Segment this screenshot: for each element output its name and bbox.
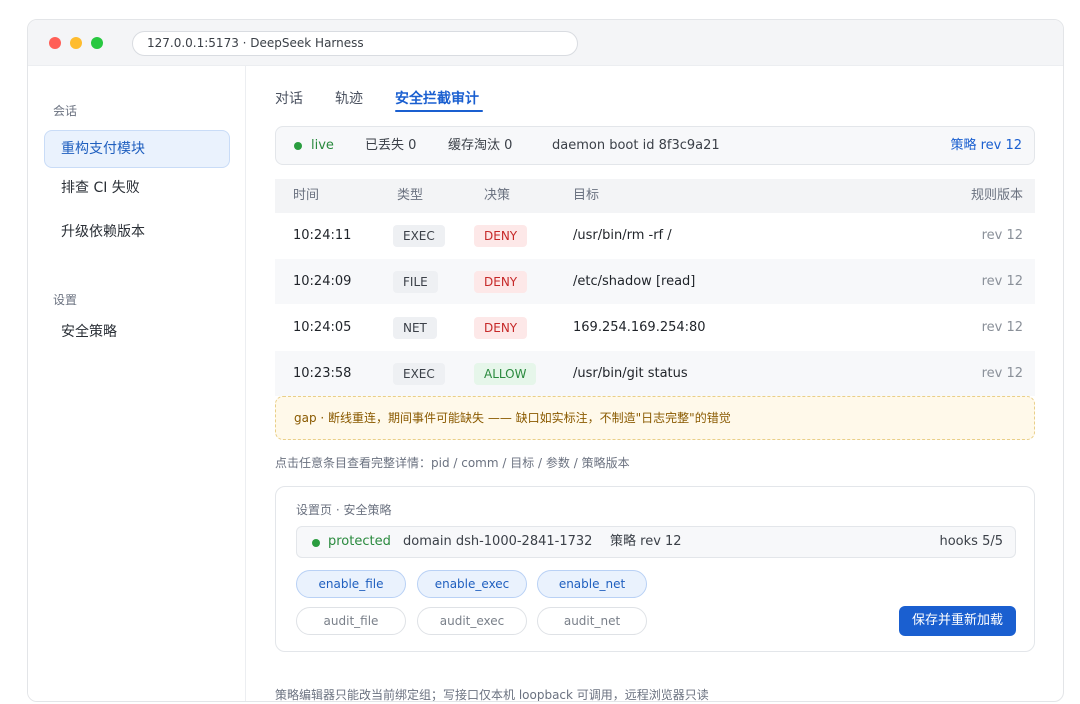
row-rule-version: rev 12: [981, 274, 1023, 289]
table-row[interactable]: 10:24:11 EXEC DENY /usr/bin/rm -rf / rev…: [275, 213, 1035, 258]
row-time: 10:24:05: [293, 320, 352, 335]
row-type-badge: NET: [393, 317, 437, 339]
row-type-badge: EXEC: [393, 225, 445, 247]
save-and-reload-button[interactable]: 保存并重新加载: [899, 606, 1016, 636]
gap-notice: gap · 断线重连，期间事件可能缺失 —— 缺口如实标注，不制造"日志完整"的…: [275, 396, 1035, 440]
minimize-window-icon[interactable]: [70, 37, 82, 49]
stream-status-bar: live 已丢失 0 缓存淘汰 0 daemon boot id 8f3c9a2…: [275, 126, 1035, 165]
policy-rev-link[interactable]: 策略 rev 12: [950, 127, 1022, 164]
policy-status-bar: protected domain dsh-1000-2841-1732 策略 r…: [296, 526, 1016, 558]
maximize-window-icon[interactable]: [91, 37, 103, 49]
toggle-enable-net[interactable]: enable_net: [537, 570, 647, 598]
header-target: 目标: [573, 188, 600, 203]
live-status: live: [311, 138, 334, 153]
browser-window: 127.0.0.1:5173 · DeepSeek Harness 会话 重构支…: [27, 19, 1064, 702]
sidebar: 会话 重构支付模块 排查 CI 失败 升级依赖版本 设置 安全策略: [28, 66, 246, 701]
row-rule-version: rev 12: [981, 228, 1023, 243]
header-type: 类型: [397, 188, 424, 203]
row-rule-version: rev 12: [981, 320, 1023, 335]
lost-count: 已丢失 0: [365, 138, 417, 153]
row-type-badge: EXEC: [393, 363, 445, 385]
row-target: /usr/bin/git status: [573, 366, 688, 381]
row-target: 169.254.169.254:80: [573, 320, 706, 335]
row-time: 10:23:58: [293, 366, 352, 381]
title-bar: 127.0.0.1:5173 · DeepSeek Harness: [28, 20, 1063, 66]
sidebar-item-security-policy[interactable]: 安全策略: [44, 313, 230, 351]
active-tab-indicator: [395, 110, 483, 112]
sidebar-item-refactor-payment[interactable]: 重构支付模块: [44, 130, 230, 168]
sidebar-group-settings: 设置: [53, 293, 78, 307]
row-target: /usr/bin/rm -rf /: [573, 228, 672, 243]
close-window-icon[interactable]: [49, 37, 61, 49]
tab-security-audit[interactable]: 安全拦截审计: [395, 88, 479, 108]
hooks-count: hooks 5/5: [939, 534, 1003, 549]
row-decision-badge: DENY: [474, 317, 528, 339]
policy-panel-title: 设置页 · 安全策略: [296, 503, 392, 517]
table-row[interactable]: 10:24:09 FILE DENY /etc/shadow [read] re…: [275, 259, 1035, 304]
evicted-count: 缓存淘汰 0: [448, 138, 513, 153]
tab-chat[interactable]: 对话: [275, 88, 303, 108]
row-time: 10:24:11: [293, 228, 352, 243]
sidebar-item-upgrade-deps[interactable]: 升级依赖版本: [44, 213, 230, 251]
policy-rev: 策略 rev 12: [610, 534, 682, 549]
toggle-enable-exec[interactable]: enable_exec: [417, 570, 527, 598]
address-bar[interactable]: 127.0.0.1:5173 · DeepSeek Harness: [132, 31, 578, 56]
protected-status: protected: [328, 534, 391, 549]
sidebar-group-sessions: 会话: [53, 104, 78, 118]
detail-hint: 点击任意条目查看完整详情：pid / comm / 目标 / 参数 / 策略版本: [275, 456, 630, 470]
toggle-audit-exec[interactable]: audit_exec: [417, 607, 527, 635]
header-rule-version: 规则版本: [970, 188, 1023, 203]
protected-status-icon: [312, 539, 320, 547]
sidebar-item-ci-failure[interactable]: 排查 CI 失败: [44, 169, 230, 207]
policy-domain: domain dsh-1000-2841-1732: [403, 534, 593, 549]
row-time: 10:24:09: [293, 274, 352, 289]
row-rule-version: rev 12: [981, 366, 1023, 381]
live-status-icon: [294, 142, 302, 150]
row-type-badge: FILE: [393, 271, 438, 293]
toggle-enable-file[interactable]: enable_file: [296, 570, 406, 598]
header-decision: 决策: [484, 188, 511, 203]
toggle-audit-net[interactable]: audit_net: [537, 607, 647, 635]
main-panel: 对话 轨迹 安全拦截审计 live 已丢失 0 缓存淘汰 0 daemon bo…: [247, 66, 1063, 702]
table-row[interactable]: 10:23:58 EXEC ALLOW /usr/bin/git status …: [275, 351, 1035, 396]
daemon-boot-id: daemon boot id 8f3c9a21: [552, 138, 720, 153]
row-decision-badge: DENY: [474, 271, 528, 293]
policy-editor-note: 策略编辑器只能改当前绑定组；写接口仅本机 loopback 可调用，远程浏览器只…: [275, 688, 709, 702]
header-time: 时间: [293, 188, 320, 203]
row-decision-badge: DENY: [474, 225, 528, 247]
toggle-audit-file[interactable]: audit_file: [296, 607, 406, 635]
tab-trace[interactable]: 轨迹: [335, 88, 363, 108]
row-decision-badge: ALLOW: [474, 363, 537, 385]
security-policy-panel: 设置页 · 安全策略 protected domain dsh-1000-284…: [275, 486, 1035, 652]
table-row[interactable]: 10:24:05 NET DENY 169.254.169.254:80 rev…: [275, 305, 1035, 350]
row-target: /etc/shadow [read]: [573, 274, 696, 289]
table-header: 时间 类型 决策 目标 规则版本: [275, 179, 1035, 213]
